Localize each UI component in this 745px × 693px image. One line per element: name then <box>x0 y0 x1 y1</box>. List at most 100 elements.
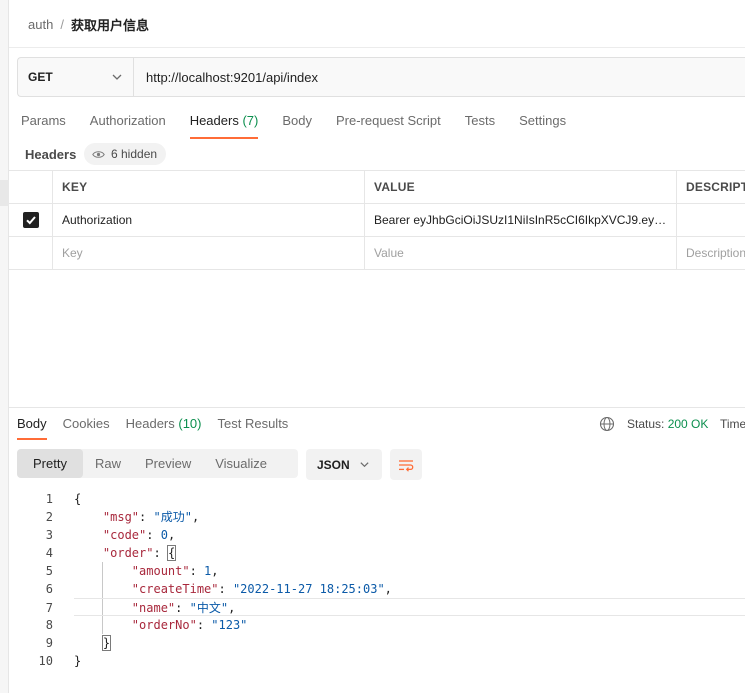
tab-params[interactable]: Params <box>21 113 66 139</box>
wrap-lines-button[interactable] <box>390 449 422 480</box>
code-line: 1{ <box>9 490 745 508</box>
json-punctuation <box>74 510 103 524</box>
view-visualize-button[interactable]: Visualize <box>203 449 279 478</box>
view-raw-button[interactable]: Raw <box>83 449 133 478</box>
code-text: } <box>74 634 112 652</box>
json-string: "中文" <box>189 601 229 615</box>
code-text: "createTime": "2022-11-27 18:25:03", <box>74 580 392 598</box>
line-number: 9 <box>45 636 53 650</box>
json-punctuation: , <box>191 510 200 524</box>
tab-label: Headers <box>189 113 239 128</box>
line-number: 2 <box>45 510 53 524</box>
code-text: } <box>74 652 81 670</box>
row-enabled-checkbox[interactable] <box>22 212 39 228</box>
tab-count: (10) <box>178 416 202 431</box>
wrap-lines-icon <box>399 459 414 472</box>
line-number: 5 <box>45 564 53 578</box>
view-preview-button[interactable]: Preview <box>133 449 203 478</box>
format-label: JSON <box>317 457 350 472</box>
breadcrumb-collection[interactable]: auth <box>28 17 53 32</box>
matched-brace: { <box>166 545 177 561</box>
json-key: "code" <box>102 528 147 542</box>
tab-settings[interactable]: Settings <box>519 113 566 139</box>
json-punctuation: , <box>228 601 236 615</box>
headers-table: KEY VALUE DESCRIPT Authorization Bearer … <box>9 170 745 270</box>
code-line: 7 "name": "中文", <box>46 598 745 616</box>
code-line: 3 "code": 0, <box>9 526 745 544</box>
new-value-input[interactable]: Value <box>365 237 677 269</box>
table-header-row: KEY VALUE DESCRIPT <box>9 171 745 204</box>
code-line: 8 "orderNo": "123" <box>9 616 745 634</box>
table-row-empty: Key Value Description <box>9 237 745 270</box>
tab-label: Authorization <box>89 113 166 128</box>
request-title[interactable]: 获取用户信息 <box>71 15 149 34</box>
json-punctuation <box>74 564 132 578</box>
empty-select-cell <box>9 237 53 269</box>
url-input[interactable] <box>134 58 745 96</box>
code-text: "code": 0, <box>74 526 175 544</box>
view-pretty-button[interactable]: Pretty <box>17 449 83 478</box>
tab-authorization[interactable]: Authorization <box>90 113 166 139</box>
code-text: "msg": "成功", <box>74 508 199 526</box>
json-key: "orderNo" <box>131 618 197 632</box>
tab-headers[interactable]: Headers (7) <box>189 113 259 139</box>
method-select[interactable]: GET <box>18 58 134 96</box>
checkmark-icon <box>25 216 36 225</box>
json-key: "msg" <box>102 510 140 524</box>
tab-body[interactable]: Body <box>282 113 312 139</box>
header-key-cell[interactable]: Authorization <box>53 204 365 236</box>
response-tab-body[interactable]: Body <box>17 416 47 440</box>
hidden-headers-count: 6 hidden <box>111 147 158 161</box>
line-number: 1 <box>45 492 53 506</box>
status-label: Status: <box>627 417 665 431</box>
response-tab-cookies[interactable]: Cookies <box>63 416 110 440</box>
table-row: Authorization Bearer eyJhbGciOiJSUzI1NiI… <box>9 204 745 237</box>
line-number: 8 <box>45 618 53 632</box>
tab-tests[interactable]: Tests <box>465 113 495 139</box>
headers-label: Headers <box>25 147 77 162</box>
row-checkbox-cell <box>9 204 53 236</box>
code-line: 10} <box>9 652 745 670</box>
new-key-input[interactable]: Key <box>53 237 365 269</box>
chevron-down-icon <box>112 74 122 80</box>
hidden-headers-toggle[interactable]: 6 hidden <box>84 143 167 165</box>
response-tabs: Body Cookies Headers (10) Test Results <box>17 416 304 440</box>
code-text: "orderNo": "123" <box>74 616 248 634</box>
code-line: 4 "order": { <box>9 544 745 562</box>
json-punctuation: } <box>74 654 82 668</box>
json-key: "order" <box>102 546 154 560</box>
matched-brace: } <box>101 635 112 651</box>
json-punctuation: : <box>218 582 233 596</box>
line-number: 10 <box>38 654 53 668</box>
response-body-editor[interactable]: 1{2 "msg": "成功", 3 "code": 0, 4 "order": {… <box>9 490 745 670</box>
tab-label: Pre-request Script <box>335 113 441 128</box>
tab-label: Body <box>282 113 312 128</box>
response-divider[interactable] <box>9 407 745 408</box>
json-key: "name" <box>131 601 176 615</box>
json-punctuation: : <box>189 564 205 578</box>
globe-icon[interactable] <box>599 416 615 432</box>
json-punctuation: : <box>175 601 190 615</box>
column-header-key: KEY <box>53 171 365 203</box>
response-tab-test-results[interactable]: Test Results <box>218 416 289 440</box>
line-number: 3 <box>45 528 53 542</box>
json-punctuation <box>74 546 103 560</box>
header-description-cell[interactable] <box>677 204 745 236</box>
header-value-cell[interactable]: Bearer eyJhbGciOiJSUzI1NiIsInR5cCI6IkpXV… <box>365 204 677 236</box>
tab-count: (7) <box>242 113 259 128</box>
json-key: "amount" <box>131 564 190 578</box>
eye-icon <box>92 150 105 158</box>
response-time-label[interactable]: Time <box>720 417 745 431</box>
tab-label: Params <box>21 113 66 128</box>
format-select[interactable]: JSON <box>306 449 382 480</box>
new-description-input[interactable]: Description <box>677 237 745 269</box>
json-punctuation: , <box>167 528 176 542</box>
tab-label: Cookies <box>62 416 110 431</box>
response-tab-headers[interactable]: Headers (10) <box>126 416 202 440</box>
json-punctuation <box>74 618 132 632</box>
line-number: 4 <box>45 546 53 560</box>
code-text: { <box>74 490 81 508</box>
tab-pre-request-script[interactable]: Pre-request Script <box>336 113 441 139</box>
response-status[interactable]: Status: 200 OK <box>627 417 708 431</box>
code-line: 5 "amount": 1, <box>9 562 745 580</box>
